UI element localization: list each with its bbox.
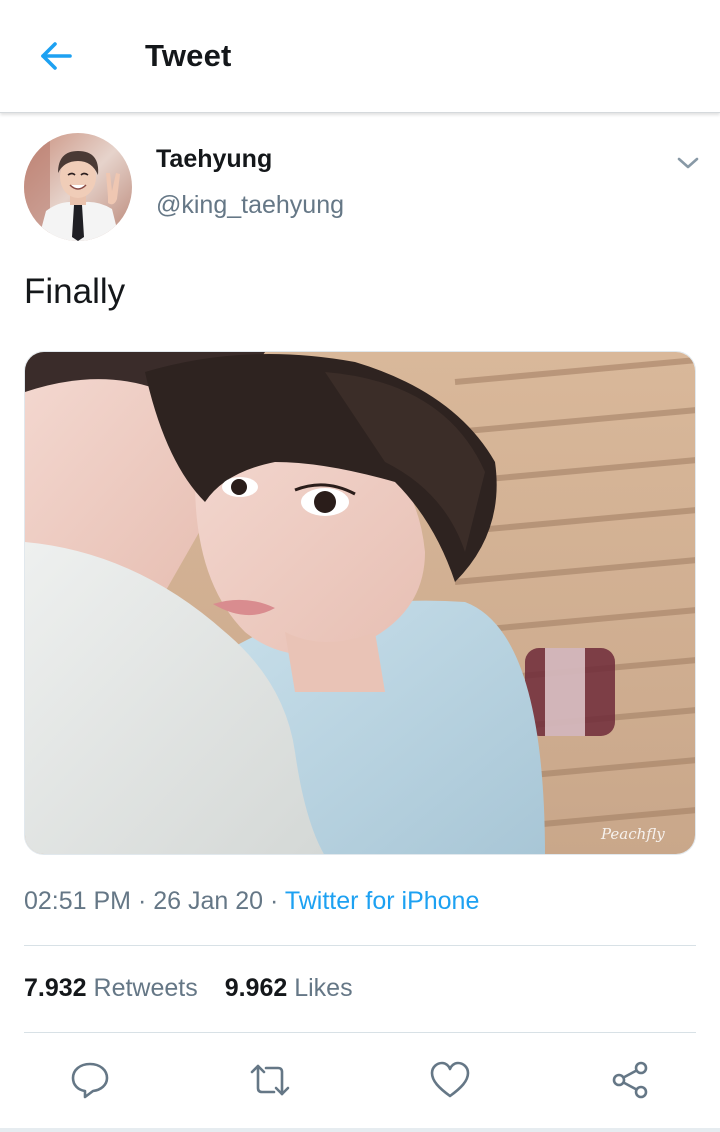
back-button[interactable] — [30, 34, 82, 78]
like-icon — [430, 1061, 470, 1098]
avatar[interactable] — [24, 133, 132, 241]
retweets-label: Retweets — [93, 974, 198, 1002]
meta-separator: · — [131, 887, 154, 915]
likes-stat[interactable]: 9.962 Likes — [225, 974, 353, 1002]
retweets-stat[interactable]: 7.932 Retweets — [24, 974, 198, 1002]
more-options-button[interactable] — [672, 148, 704, 178]
retweet-button[interactable] — [248, 1058, 292, 1102]
tweet-stats: 7.932 Retweets 9.962 Likes — [24, 974, 373, 1003]
reply-icon — [71, 1062, 109, 1099]
tweet-source-link[interactable]: Twitter for iPhone — [285, 887, 480, 915]
tweet-date: 26 Jan 20 — [153, 887, 264, 915]
likes-count: 9.962 — [224, 974, 288, 1002]
avatar-image — [24, 133, 132, 241]
divider — [24, 945, 696, 946]
divider — [24, 1032, 696, 1033]
like-button[interactable] — [428, 1058, 472, 1102]
tweet-media-photo[interactable]: Peachfly — [24, 351, 696, 855]
tweet-time: 02:51 PM — [24, 887, 132, 915]
top-app-bar: Tweet — [0, 0, 720, 113]
retweets-count: 7.932 — [24, 974, 87, 1002]
author-handle[interactable]: @king_taehyung — [156, 191, 344, 220]
meta-separator: · — [263, 887, 285, 915]
share-icon — [612, 1061, 648, 1099]
share-button[interactable] — [608, 1058, 652, 1102]
photo-watermark: Peachfly — [600, 825, 665, 843]
photo-image: Peachfly — [25, 352, 695, 854]
author-name[interactable]: Taehyung — [156, 145, 272, 174]
chevron-down-icon — [677, 157, 699, 169]
tweet-meta: 02:51 PM · 26 Jan 20 · Twitter for iPhon… — [24, 887, 479, 916]
arrow-left-icon — [41, 42, 72, 70]
tweet-text: Finally — [24, 272, 126, 311]
page-title: Tweet — [145, 38, 232, 73]
bottom-divider — [0, 1128, 720, 1132]
reply-button[interactable] — [68, 1058, 112, 1102]
retweet-icon — [250, 1064, 290, 1096]
likes-label: Likes — [294, 974, 353, 1002]
